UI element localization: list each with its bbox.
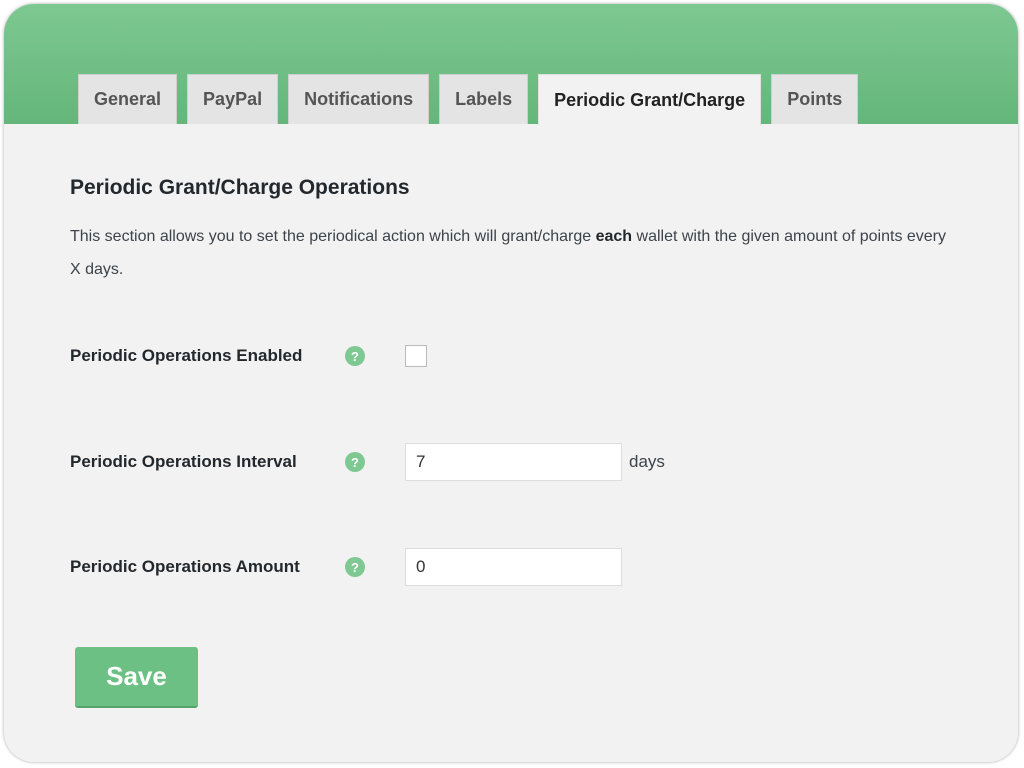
interval-suffix: days (629, 452, 665, 471)
tab-bar: General PayPal Notifications Labels Peri… (78, 74, 859, 125)
amount-label: Periodic Operations Amount (70, 557, 300, 576)
amount-input[interactable] (405, 548, 622, 586)
interval-label: Periodic Operations Interval (70, 452, 297, 471)
section-title: Periodic Grant/Charge Operations (70, 176, 410, 199)
tab-paypal[interactable]: PayPal (187, 74, 279, 124)
interval-input[interactable] (405, 443, 622, 481)
save-button[interactable]: Save (75, 647, 198, 708)
interval-row: Periodic Operations Interval ? days (70, 443, 665, 481)
tab-labels[interactable]: Labels (439, 74, 529, 124)
section-content: Periodic Grant/Charge Operations This se… (70, 176, 950, 286)
enabled-row: Periodic Operations Enabled ? (70, 345, 427, 367)
tab-points[interactable]: Points (771, 74, 859, 124)
amount-row: Periodic Operations Amount ? (70, 548, 622, 586)
tab-general[interactable]: General (78, 74, 178, 124)
tab-notifications[interactable]: Notifications (288, 74, 430, 124)
description-text-start: This section allows you to set the perio… (70, 228, 596, 245)
question-circle-icon[interactable]: ? (345, 452, 365, 472)
description-bold-word: each (595, 228, 633, 245)
settings-card: General PayPal Notifications Labels Peri… (4, 4, 1018, 762)
question-circle-icon[interactable]: ? (345, 346, 365, 366)
tab-periodic-grant-charge[interactable]: Periodic Grant/Charge (538, 74, 762, 125)
enabled-checkbox[interactable] (405, 345, 427, 367)
section-description: This section allows you to set the perio… (70, 220, 950, 286)
question-circle-icon[interactable]: ? (345, 557, 365, 577)
enabled-label: Periodic Operations Enabled (70, 346, 303, 365)
